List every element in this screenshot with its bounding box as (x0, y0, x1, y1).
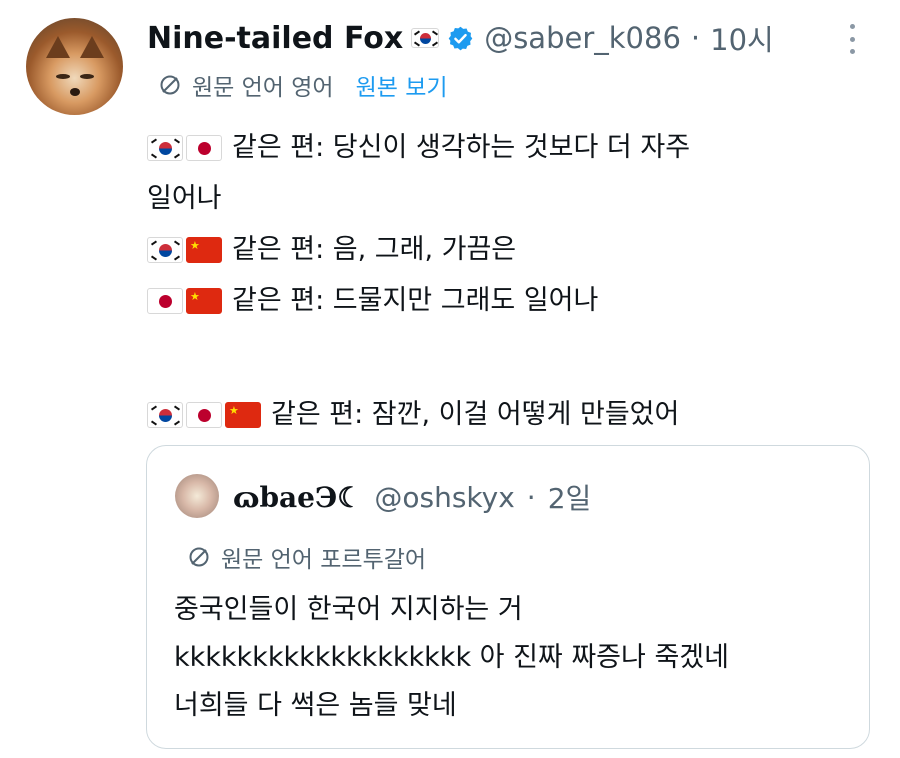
flag-kr-icon (147, 134, 183, 161)
quoted-tweet-line: 너희들 다 썩은 놈들 맞네 (174, 690, 457, 721)
tweet-line: 일어나 (147, 173, 867, 224)
avatar-fox-nose (70, 88, 80, 96)
tweet-line: ★ 같은 편: 음, 그래, 가끔은 (147, 224, 867, 275)
header-separator: · (690, 21, 701, 55)
flag-kr-icon (147, 236, 183, 263)
quoted-tweet-text: 중국인들이 한국어 지지하는 거 kkkkkkkkkkkkkkkkkkk 아 진… (174, 586, 854, 730)
quoted-translation-notice: 원문 언어 포르투갈어 (187, 540, 426, 574)
quoted-tweet-line: 중국인들이 한국어 지지하는 거 (174, 594, 523, 625)
flag-jp-icon (186, 401, 222, 428)
flag-group: ★ (147, 287, 222, 314)
author-name[interactable]: Nine-tailed Fox (147, 21, 403, 56)
translation-label: 원문 언어 영어 (192, 75, 334, 101)
author-avatar[interactable] (26, 18, 123, 115)
quoted-translation-label: 원문 언어 포르투갈어 (221, 547, 427, 573)
quoted-tweet-timestamp[interactable]: 2일 (548, 477, 592, 517)
tweet-line: ★ 같은 편: 잠깐, 이걸 어떻게 만들었어 (147, 389, 867, 440)
translate-icon (158, 73, 182, 97)
quoted-author-avatar[interactable] (175, 474, 219, 518)
view-original-link[interactable]: 원본 보기 (356, 68, 448, 102)
tweet-text: 같은 편: 당신이 생각하는 것보다 더 자주 일어나 ★ 같은 편: 음, 그… (147, 122, 867, 440)
flag-group: ★ (147, 401, 261, 428)
flag-jp-icon (147, 287, 183, 314)
more-options-icon[interactable] (846, 24, 858, 54)
tweet-line-text: 같은 편: 당신이 생각하는 것보다 더 자주 (232, 132, 691, 163)
translate-icon (187, 545, 211, 569)
tweet-line-text: 같은 편: 잠깐, 이걸 어떻게 만들었어 (271, 399, 680, 430)
avatar-fox-ear-left (46, 36, 70, 58)
quoted-tweet-card[interactable]: ɷbaeЭ☾ @oshskyx · 2일 원문 언어 포르투갈어 중국인들이 한… (146, 445, 870, 749)
flag-group: ★ (147, 236, 222, 263)
tweet-line: ★ 같은 편: 드물지만 그래도 일어나 (147, 275, 867, 326)
author-handle[interactable]: @saber_k086 (484, 21, 681, 55)
avatar-fox-eye-right (80, 74, 94, 79)
avatar-fox-eye-left (56, 74, 70, 79)
quoted-header-separator: · (526, 480, 536, 514)
author-flag-kr-icon (411, 28, 440, 49)
tweet-line-text: 같은 편: 음, 그래, 가끔은 (232, 234, 517, 265)
quoted-author-handle[interactable]: @oshskyx (374, 481, 514, 514)
quoted-author-name[interactable]: ɷbaeЭ☾ (233, 481, 362, 514)
avatar-fox-ear-right (80, 36, 104, 58)
tweet-header: Nine-tailed Fox @saber_k086 · 10시 (147, 16, 774, 60)
translation-notice: 원문 언어 영어 원본 보기 (158, 68, 448, 102)
flag-cn-icon: ★ (225, 401, 261, 428)
flag-cn-icon: ★ (186, 236, 222, 263)
flag-group (147, 134, 222, 161)
quoted-tweet-header: ɷbaeЭ☾ @oshskyx · 2일 (233, 476, 591, 518)
quoted-tweet-line: kkkkkkkkkkkkkkkkkkk 아 진짜 짜증나 죽겠네 (174, 642, 729, 673)
tweet-line-text: 일어나 (147, 183, 222, 214)
flag-kr-icon (147, 401, 183, 428)
tweet-timestamp[interactable]: 10시 (710, 17, 774, 59)
flag-jp-icon (186, 134, 222, 161)
tweet-line-text: 같은 편: 드물지만 그래도 일어나 (232, 285, 599, 316)
tweet-line: 같은 편: 당신이 생각하는 것보다 더 자주 (147, 122, 867, 173)
verified-badge-icon[interactable] (447, 25, 474, 52)
flag-cn-icon: ★ (186, 287, 222, 314)
